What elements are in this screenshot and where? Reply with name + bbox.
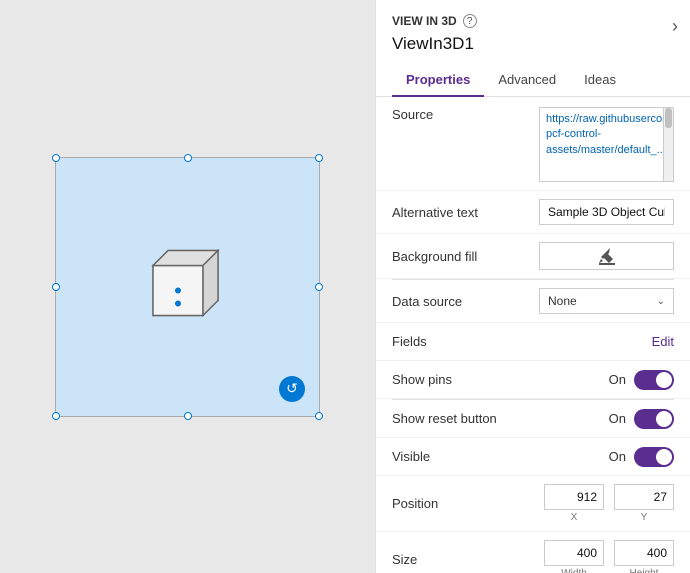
source-label: Source <box>392 107 532 122</box>
position-value: X Y <box>532 484 674 523</box>
right-panel: VIEW IN 3D ? ViewIn3D1 Properties Advanc… <box>375 0 690 573</box>
background-fill-button[interactable] <box>539 242 674 270</box>
selection-box[interactable]: ↺ <box>55 157 320 417</box>
position-y-input[interactable] <box>614 484 674 510</box>
show-pins-on-label: On <box>609 372 626 387</box>
alt-text-row: Alternative text <box>376 191 690 234</box>
visible-on-label: On <box>609 449 626 464</box>
data-source-dropdown[interactable]: None ⌄ <box>539 288 674 314</box>
data-source-row: Data source None ⌄ <box>376 280 690 323</box>
fields-row: Fields Edit <box>376 323 690 361</box>
show-reset-row: Show reset button On <box>376 400 690 438</box>
properties-content: Source https://raw.githubusercontent.com… <box>376 97 690 573</box>
tab-ideas[interactable]: Ideas <box>570 64 630 97</box>
visible-toggle-container: On <box>609 447 674 467</box>
size-label: Size <box>392 552 532 567</box>
expand-panel-button[interactable]: › <box>660 14 690 38</box>
tab-advanced[interactable]: Advanced <box>484 64 570 97</box>
size-height-input[interactable] <box>614 540 674 566</box>
handle-middle-left[interactable] <box>52 283 60 291</box>
visible-row: Visible On <box>376 438 690 476</box>
3d-object-preview <box>143 240 233 333</box>
size-height-label: Height <box>630 568 659 573</box>
data-source-selected: None <box>548 294 577 308</box>
panel-title: ViewIn3D1 <box>392 34 674 54</box>
show-reset-toggle-container: On <box>609 409 674 429</box>
show-reset-label: Show reset button <box>392 411 532 426</box>
fields-edit-button[interactable]: Edit <box>652 334 674 349</box>
view-in-3d-row: VIEW IN 3D ? <box>392 14 674 28</box>
background-fill-row: Background fill <box>376 234 690 279</box>
background-fill-label: Background fill <box>392 249 532 264</box>
handle-top-right[interactable] <box>315 154 323 162</box>
alt-text-value <box>532 199 674 225</box>
visible-label: Visible <box>392 449 532 464</box>
source-text: https://raw.githubusercontent.com/micros… <box>546 113 674 156</box>
position-x-label: X <box>571 512 578 523</box>
panel-header: VIEW IN 3D ? ViewIn3D1 Properties Advanc… <box>376 0 690 97</box>
show-reset-toggle[interactable] <box>634 409 674 429</box>
handle-bottom-left[interactable] <box>52 412 60 420</box>
tab-properties[interactable]: Properties <box>392 64 484 97</box>
size-height-group: Height <box>614 540 674 573</box>
visible-value: On <box>532 447 674 467</box>
show-reset-value: On <box>532 409 674 429</box>
visible-toggle[interactable] <box>634 447 674 467</box>
fields-label: Fields <box>392 334 532 349</box>
show-pins-toggle-container: On <box>609 370 674 390</box>
position-coords: X Y <box>544 484 674 523</box>
fill-icon <box>597 246 617 266</box>
source-row: Source https://raw.githubusercontent.com… <box>376 97 690 191</box>
fields-value: Edit <box>532 334 674 349</box>
position-y-label: Y <box>641 512 648 523</box>
size-coords: Width Height <box>544 540 674 573</box>
background-fill-value <box>532 242 674 270</box>
canvas-area: ↺ <box>0 0 375 573</box>
rotate-handle[interactable]: ↺ <box>279 376 305 402</box>
size-width-group: Width <box>544 540 604 573</box>
alt-text-input[interactable] <box>539 199 674 225</box>
show-pins-row: Show pins On <box>376 361 690 399</box>
data-source-chevron: ⌄ <box>657 296 665 307</box>
position-x-group: X <box>544 484 604 523</box>
show-pins-toggle[interactable] <box>634 370 674 390</box>
position-x-input[interactable] <box>544 484 604 510</box>
handle-bottom-center[interactable] <box>184 412 192 420</box>
position-y-group: Y <box>614 484 674 523</box>
handle-bottom-right[interactable] <box>315 412 323 420</box>
source-value-container: https://raw.githubusercontent.com/micros… <box>532 107 674 182</box>
position-row: Position X Y <box>376 476 690 532</box>
help-icon[interactable]: ? <box>463 14 477 28</box>
source-input[interactable]: https://raw.githubusercontent.com/micros… <box>539 107 674 182</box>
size-width-input[interactable] <box>544 540 604 566</box>
show-reset-on-label: On <box>609 411 626 426</box>
handle-middle-right[interactable] <box>315 283 323 291</box>
show-pins-label: Show pins <box>392 372 532 387</box>
handle-top-left[interactable] <box>52 154 60 162</box>
size-value: Width Height <box>532 540 674 573</box>
handle-top-center[interactable] <box>184 154 192 162</box>
show-pins-value: On <box>532 370 674 390</box>
size-row: Size Width Height <box>376 532 690 573</box>
data-source-label: Data source <box>392 294 532 309</box>
data-source-value: None ⌄ <box>532 288 674 314</box>
position-label: Position <box>392 496 532 511</box>
tabs-row: Properties Advanced Ideas <box>392 64 674 96</box>
size-width-label: Width <box>561 568 587 573</box>
view-in-3d-label: VIEW IN 3D <box>392 14 457 28</box>
alt-text-label: Alternative text <box>392 205 532 220</box>
